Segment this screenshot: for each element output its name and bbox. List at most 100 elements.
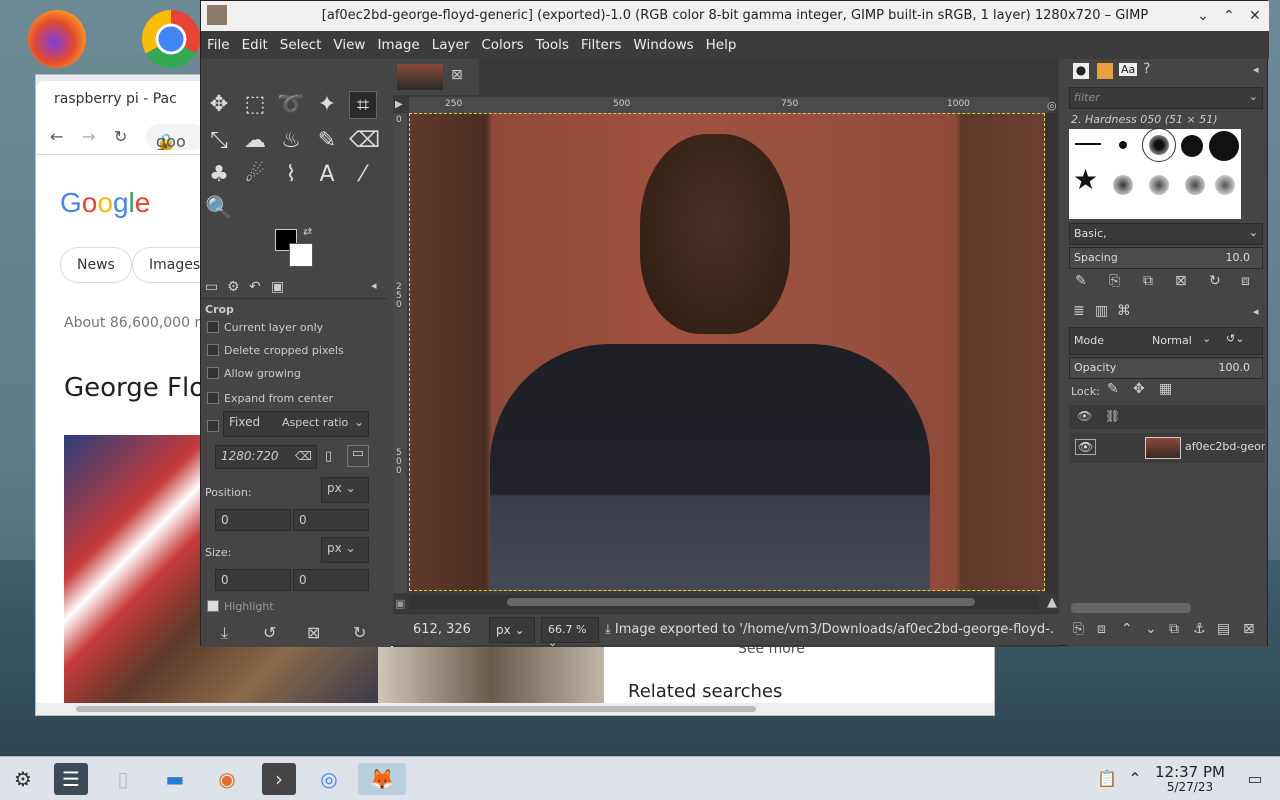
move-tool-icon[interactable]: ✥ [205,91,233,119]
warp-icon[interactable]: ☁ [241,127,269,155]
smudge-icon[interactable]: ☄ [241,161,269,189]
brush-hardness-050[interactable] [1142,128,1176,162]
highlight-checkbox[interactable] [207,600,219,612]
duplicate-layer-icon[interactable]: ⧉ [1169,621,1179,637]
transform-icon[interactable]: ⤡ [205,127,233,155]
delete-layer-icon[interactable]: ⊠ [1243,621,1255,637]
close-icon[interactable]: ✕ [1249,1,1261,31]
delete-cropped-checkbox[interactable] [207,344,219,356]
brush-star-icon[interactable]: ★ [1073,163,1098,196]
mode-reset-icon[interactable]: ↺⌄ [1226,332,1244,345]
position-x-input[interactable]: 0 [215,509,291,531]
menu-colors[interactable]: Colors [481,37,523,53]
paths-icon[interactable]: ⌇ [277,161,305,189]
layer-visibility-icon[interactable]: 👁 [1075,439,1097,455]
current-layer-only-checkbox[interactable] [207,321,219,333]
bucket-fill-icon[interactable]: ♨ [277,127,305,155]
canvas-hscrollbar[interactable] [409,595,1039,609]
menu-edit[interactable]: Edit [242,37,268,53]
new-layer-icon[interactable]: ⎘ [1073,621,1084,637]
mask-layer-icon[interactable]: ▤ [1217,621,1230,637]
device-status-tab-icon[interactable]: ⚙ [227,279,240,295]
zoom-dropdown[interactable]: 66.7 % ⌄ [541,617,599,649]
address-bar[interactable]: 🔒 goo [146,124,206,150]
crop-tool-icon[interactable]: ⌗ [349,91,377,119]
restore-options-icon[interactable]: ↺ [263,623,276,642]
show-desktop-icon[interactable]: ▭ [1238,763,1272,795]
taskbar-gimp-icon[interactable]: 🦊 [358,763,406,795]
firefox-icon[interactable] [28,10,86,68]
files-icon[interactable]: ▯ [106,763,140,795]
navigate-icon[interactable]: ▲ [1047,595,1057,610]
brush-grid[interactable]: ★ [1069,128,1241,219]
raise-layer-icon[interactable]: ⌃ [1121,621,1133,637]
clock[interactable]: 12:37 PM 5/27/23 [1150,765,1230,795]
result-thumbnail[interactable] [378,647,604,703]
paths-tab-icon[interactable]: ⌘ [1117,303,1131,319]
chrome-icon[interactable] [142,10,200,68]
layers-menu-icon[interactable]: ◂ [1253,305,1259,318]
layers-tab-icon[interactable]: ≣ [1073,303,1085,319]
menu-view[interactable]: View [333,37,365,53]
brush-line[interactable] [1075,143,1101,145]
settings-icon[interactable]: ☰ [54,763,88,795]
lock-position-icon[interactable]: ✥ [1133,381,1145,397]
panel-menu-icon[interactable]: ◂ [371,279,377,292]
forward-icon[interactable]: → [82,127,95,146]
taskbar-chrome-icon[interactable]: ◎ [312,763,346,795]
size-unit-dropdown[interactable]: px ⌄ [321,537,369,563]
landscape-icon[interactable]: ▭ [347,445,369,467]
quick-mask-icon[interactable]: ▣ [395,597,405,610]
menu-filters[interactable]: Filters [581,37,621,53]
background-color[interactable] [289,243,313,267]
new-group-icon[interactable]: ⧈ [1097,621,1106,637]
zoom-tool-icon[interactable]: 🔍 [205,195,233,223]
position-y-input[interactable]: 0 [293,509,369,531]
chevron-down-icon[interactable]: ⌄ [1249,226,1258,239]
brush-splatter-4[interactable] [1215,175,1235,195]
expand-center-checkbox[interactable] [207,392,219,404]
vertical-ruler[interactable]: 0 250 500 [393,113,407,593]
edit-brush-icon[interactable]: ✎ [1075,273,1087,289]
fixed-checkbox[interactable] [207,420,219,432]
text-tool-icon[interactable]: A [313,161,341,189]
ratio-input[interactable]: 1280:720 ⌫ [215,445,317,469]
unit-dropdown[interactable]: px ⌄ [489,617,535,643]
open-brush-icon[interactable]: ⧈ [1241,273,1250,289]
size-y-input[interactable]: 0 [293,569,369,591]
menu-help[interactable]: Help [706,37,737,53]
fonts-tab-icon[interactable]: Aa [1119,63,1138,76]
brush-splatter-1[interactable] [1113,175,1133,195]
brush-small[interactable] [1119,141,1127,149]
file-manager-icon[interactable]: ▬ [158,763,192,795]
browser-tab[interactable]: raspberry pi - Pac [36,81,206,119]
save-options-icon[interactable]: ⤓ [221,623,228,643]
result-title[interactable]: George Flo [64,373,205,403]
lock-alpha-icon[interactable]: ▦ [1159,381,1172,397]
swap-colors-icon[interactable]: ⇄ [303,225,312,238]
reset-options-icon[interactable]: ↻ [353,623,366,642]
layer-mode-dropdown[interactable]: Mode Normal ⌄ ↺⌄ [1069,327,1263,355]
tray-expand-icon[interactable]: ⌃ [1118,763,1152,795]
zoom-fit-icon[interactable]: ◎ [1047,99,1057,112]
canvas-vscrollbar[interactable] [1045,113,1057,593]
undo-history-tab-icon[interactable]: ↶ [249,279,261,295]
browser-hscrollbar[interactable] [36,703,994,715]
brush-splatter-2[interactable] [1149,175,1169,195]
delete-brush-icon[interactable]: ⊠ [1175,273,1187,289]
lasso-icon[interactable]: ➰ [277,91,305,119]
lock-pixels-icon[interactable]: ✎ [1107,381,1119,397]
brush-preset-dropdown[interactable]: Basic, ⌄ [1069,223,1263,245]
position-unit-dropdown[interactable]: px ⌄ [321,477,369,503]
images-tab-icon[interactable]: ▣ [271,279,284,295]
brush-large[interactable] [1209,131,1239,161]
gimp-titlebar[interactable]: [af0ec2bd-george-floyd-generic] (exporte… [201,1,1269,31]
brush-splatter-3[interactable] [1185,175,1205,195]
paintbrush-icon[interactable]: ✎ [313,127,341,155]
horizontal-ruler[interactable]: 250 500 750 1000 [409,97,1049,113]
taskbar-firefox-icon[interactable]: ◉ [210,763,244,795]
help-icon[interactable]: ? [1143,61,1150,77]
menu-select[interactable]: Select [280,37,322,53]
opacity-slider[interactable]: Opacity 100.0 [1069,357,1263,379]
dock-menu-icon[interactable]: ◂ [1253,63,1259,76]
